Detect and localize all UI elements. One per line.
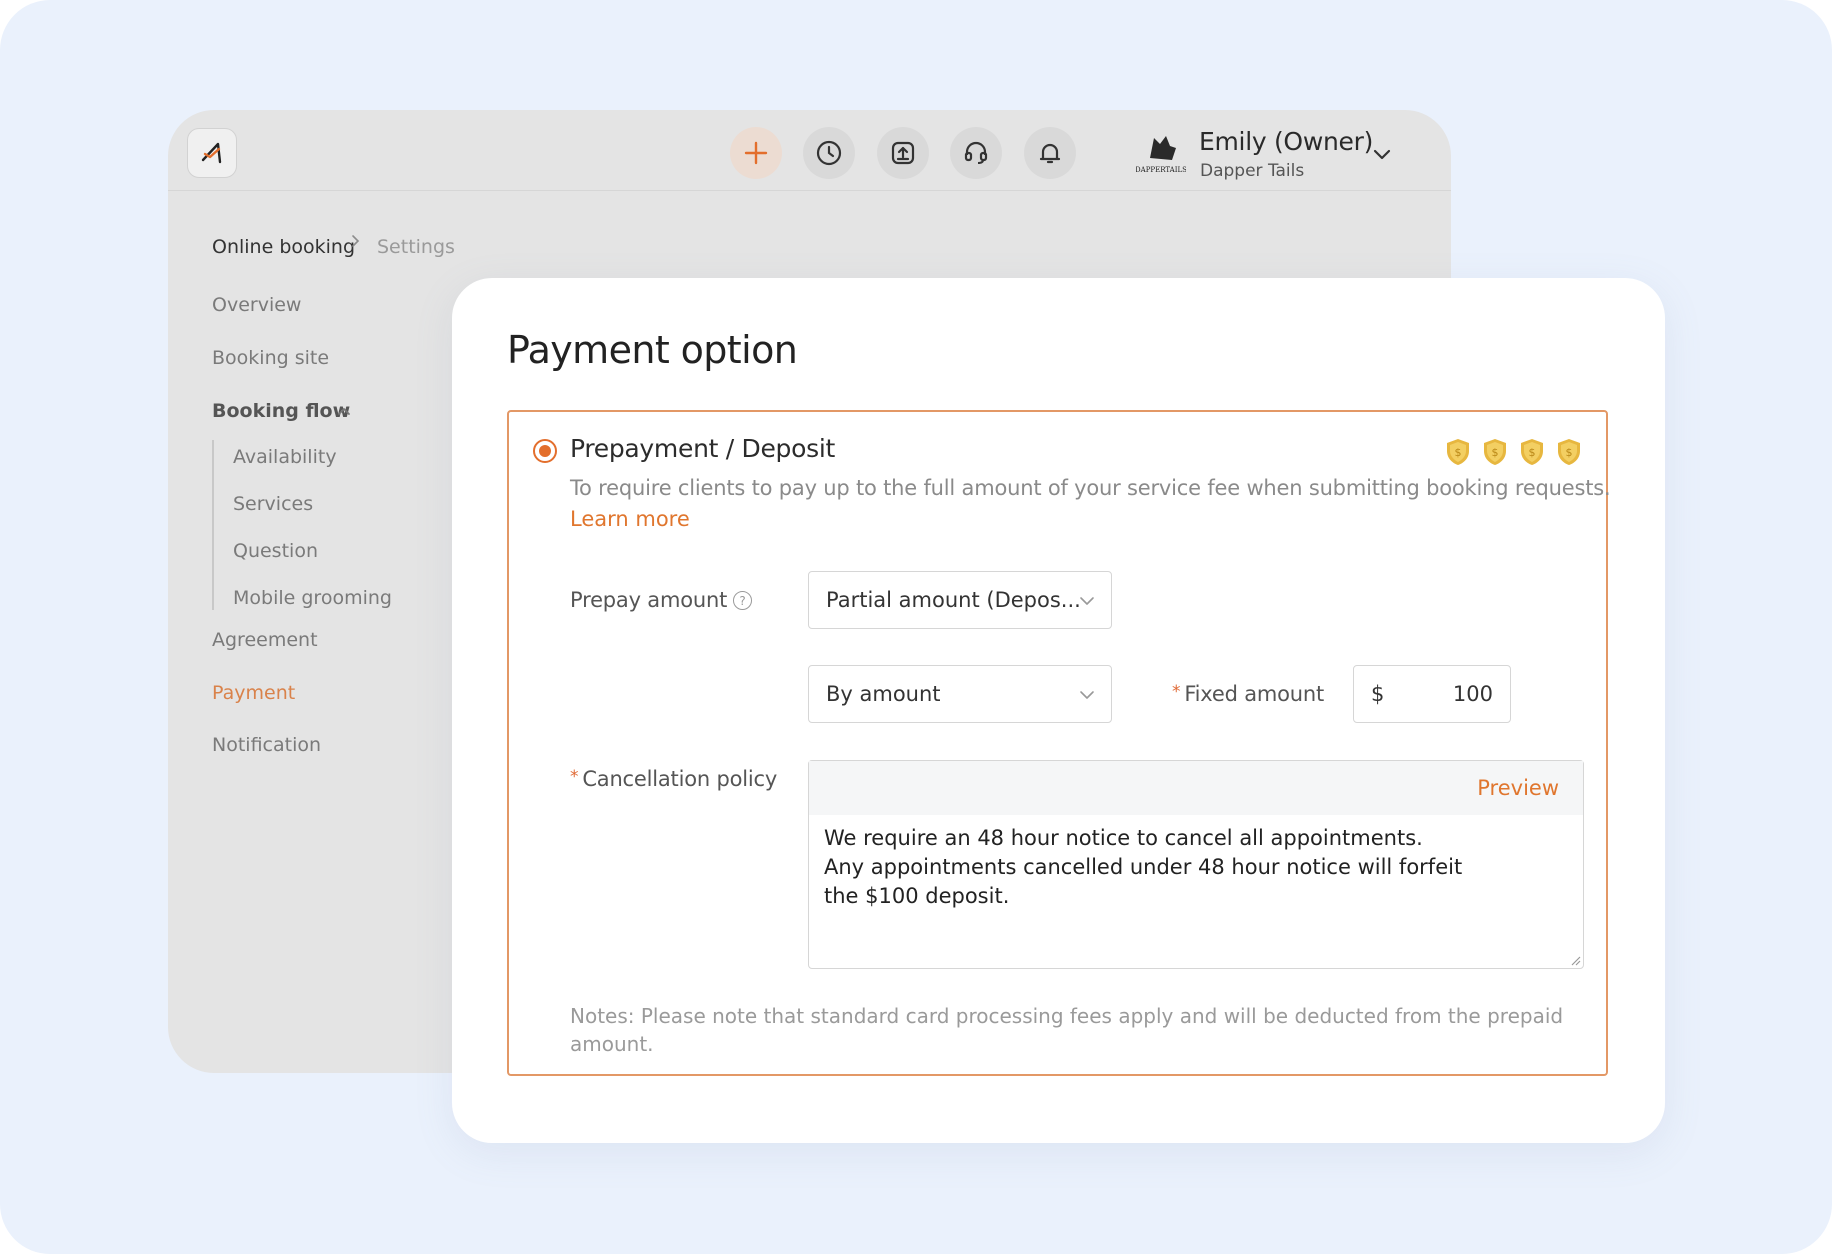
required-marker: * (570, 767, 579, 787)
business-name: Dapper Tails (1200, 161, 1305, 181)
editor-toolbar: Preview (809, 761, 1583, 815)
clock-icon[interactable] (803, 127, 855, 179)
shield-dollar-icon: $ (1484, 439, 1506, 465)
user-name[interactable]: Emily (Owner) (1199, 127, 1373, 156)
cancellation-policy-label-text: Cancellation policy (582, 767, 778, 791)
plan-badges: $ $ $ $ (1445, 438, 1582, 466)
sidebar-item-mobile-grooming[interactable]: Mobile grooming (233, 587, 392, 609)
bell-icon[interactable] (1024, 127, 1076, 179)
chevron-down-icon (1080, 597, 1094, 605)
breadcrumb-online-booking[interactable]: Online booking (212, 236, 355, 258)
sidebar-item-agreement[interactable]: Agreement (212, 629, 318, 651)
sidebar-item-booking-site[interactable]: Booking site (212, 347, 329, 369)
cancellation-policy-label: * Cancellation policy (570, 767, 777, 791)
shield-dollar-icon: $ (1447, 439, 1469, 465)
svg-text:$: $ (1455, 446, 1462, 459)
sidebar-item-payment[interactable]: Payment (212, 682, 295, 704)
option-description: To require clients to pay up to the full… (570, 476, 1611, 500)
required-marker: * (1172, 682, 1181, 702)
prepay-method-value: By amount (826, 682, 941, 706)
currency-symbol: $ (1371, 682, 1385, 706)
prepayment-radio[interactable] (533, 439, 557, 463)
fixed-amount-input[interactable]: $ 100 (1353, 665, 1511, 723)
shield-dollar-icon: $ (1558, 439, 1580, 465)
sidebar-item-notification[interactable]: Notification (212, 734, 321, 756)
help-icon[interactable]: ? (733, 591, 752, 610)
learn-more-link[interactable]: Learn more (570, 507, 690, 531)
shield-dollar-icon: $ (1521, 439, 1543, 465)
upload-icon[interactable] (877, 127, 929, 179)
top-bar: DAPPERTAILS Emily (Owner) Dapper Tails (168, 110, 1451, 191)
prepay-amount-value: Partial amount (Depos... (826, 588, 1081, 612)
sidebar-item-services[interactable]: Services (233, 493, 313, 515)
submenu-divider (212, 440, 214, 610)
page-title: Payment option (507, 328, 798, 372)
prepay-amount-label: Prepay amount (570, 588, 728, 612)
prepay-method-select[interactable]: By amount (808, 665, 1112, 723)
prepay-amount-select[interactable]: Partial amount (Depos... (808, 571, 1112, 629)
svg-text:$: $ (1566, 446, 1573, 459)
chevron-right-icon (351, 234, 361, 252)
processing-fee-note: Notes: Please note that standard card pr… (570, 1004, 1564, 1056)
preview-button[interactable]: Preview (1477, 776, 1559, 800)
chevron-up-icon[interactable] (336, 403, 352, 419)
cancellation-policy-editor[interactable]: Preview We require an 48 hour notice to … (808, 760, 1584, 969)
fixed-amount-label: * Fixed amount (1172, 682, 1324, 706)
business-avatar[interactable]: DAPPERTAILS (1136, 128, 1186, 178)
sidebar-item-overview[interactable]: Overview (212, 294, 301, 316)
sidebar-item-booking-flow[interactable]: Booking flow (212, 400, 350, 422)
fixed-amount-value: 100 (1452, 682, 1493, 706)
cancellation-policy-text[interactable]: We require an 48 hour notice to cancel a… (824, 824, 1544, 911)
headset-icon[interactable] (950, 127, 1002, 179)
svg-text:$: $ (1529, 446, 1536, 459)
svg-text:$: $ (1492, 446, 1499, 459)
sidebar-item-question[interactable]: Question (233, 540, 318, 562)
fixed-amount-label-text: Fixed amount (1184, 682, 1325, 706)
resize-handle-icon[interactable] (1569, 954, 1581, 966)
chevron-down-icon (1080, 691, 1094, 699)
chevron-down-icon[interactable] (1371, 144, 1393, 166)
sidebar-item-availability[interactable]: Availability (233, 446, 337, 468)
payment-option-card: Payment option Prepayment / Deposit $ $ … (452, 278, 1665, 1143)
svg-text:DAPPERTAILS: DAPPERTAILS (1136, 166, 1186, 174)
breadcrumb-settings: Settings (377, 236, 455, 258)
app-logo-icon[interactable] (187, 128, 237, 178)
option-title[interactable]: Prepayment / Deposit (570, 434, 835, 463)
prepayment-option[interactable]: Prepayment / Deposit $ $ $ $ To require … (507, 410, 1611, 1076)
add-icon[interactable] (730, 127, 782, 179)
